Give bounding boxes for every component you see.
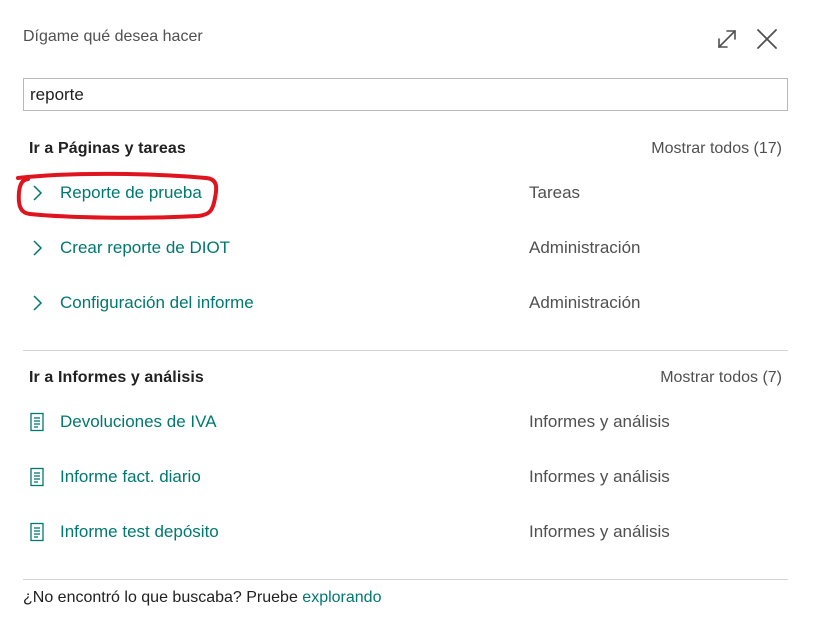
- result-category: Administración: [529, 293, 641, 312]
- show-all-link[interactable]: Mostrar todos (17): [651, 140, 782, 158]
- result-item-informe-test-deposito[interactable]: Informe test depósito Informes y análisi…: [23, 512, 788, 567]
- show-all-link[interactable]: Mostrar todos (7): [660, 369, 782, 387]
- report-icon: [29, 522, 45, 542]
- report-icon: [29, 412, 45, 432]
- result-label: Informe test depósito: [60, 522, 219, 541]
- result-item-reporte-de-prueba[interactable]: Reporte de prueba Tareas: [23, 173, 788, 228]
- expand-button[interactable]: [714, 26, 740, 52]
- chevron-right-icon: [29, 238, 45, 258]
- result-category: Informes y análisis: [529, 522, 670, 541]
- chevron-right-icon: [29, 183, 45, 203]
- chevron-right-icon: [29, 293, 45, 313]
- explore-link[interactable]: explorando: [302, 589, 381, 606]
- result-item-crear-reporte-diot[interactable]: Crear reporte de DIOT Administración: [23, 228, 788, 283]
- result-category: Tareas: [529, 183, 581, 202]
- section-pages-tasks: Ir a Páginas y tareas Mostrar todos (17)…: [23, 137, 788, 338]
- result-item-configuracion-informe[interactable]: Configuración del informe Administración: [23, 283, 788, 338]
- footer-divider: [23, 579, 788, 580]
- result-item-devoluciones-iva[interactable]: Devoluciones de IVA Informes y análisis: [23, 402, 788, 457]
- dialog-title: Dígame qué desea hacer: [23, 28, 203, 45]
- expand-icon: [718, 30, 736, 48]
- result-category: Informes y análisis: [529, 412, 670, 431]
- section-title: Ir a Informes y análisis: [29, 369, 204, 386]
- close-icon: [757, 29, 777, 49]
- result-item-informe-fact-diario[interactable]: Informe fact. diario Informes y análisis: [23, 457, 788, 512]
- result-label: Crear reporte de DIOT: [60, 238, 231, 257]
- report-icon: [29, 467, 45, 487]
- search-input[interactable]: [23, 78, 788, 111]
- result-category: Informes y análisis: [529, 467, 670, 486]
- footer: ¿No encontró lo que buscaba? Pruebe expl…: [23, 589, 381, 607]
- result-label: Devoluciones de IVA: [60, 412, 217, 431]
- section-header: Ir a Páginas y tareas Mostrar todos (17): [23, 137, 788, 161]
- section-divider: [23, 350, 788, 351]
- section-header: Ir a Informes y análisis Mostrar todos (…: [23, 366, 788, 390]
- section-title: Ir a Páginas y tareas: [29, 140, 186, 157]
- result-category: Administración: [529, 238, 641, 257]
- result-label: Configuración del informe: [60, 293, 254, 312]
- footer-text: ¿No encontró lo que buscaba? Pruebe: [23, 589, 303, 606]
- close-button[interactable]: [754, 26, 780, 52]
- result-label: Reporte de prueba: [60, 183, 202, 202]
- section-reports-analysis: Ir a Informes y análisis Mostrar todos (…: [23, 366, 788, 567]
- result-label: Informe fact. diario: [60, 467, 201, 486]
- dialog-header: Dígame qué desea hacer: [23, 26, 783, 52]
